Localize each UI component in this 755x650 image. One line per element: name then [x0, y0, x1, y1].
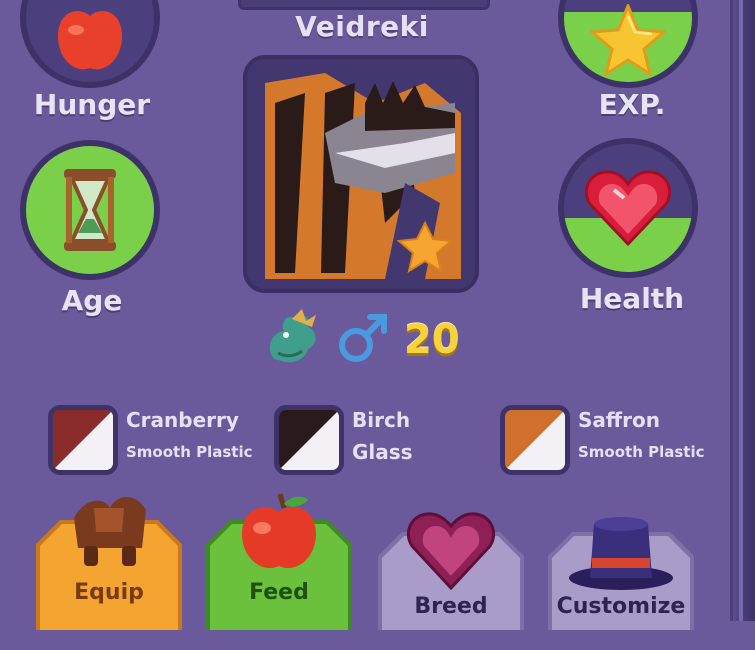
- dragon-portrait[interactable]: [243, 55, 479, 293]
- top-hat-icon: [569, 517, 673, 590]
- hourglass-icon: [26, 146, 154, 274]
- name-plate: [238, 0, 490, 10]
- breed-label: Breed: [414, 594, 488, 619]
- equip-button[interactable]: Equip: [36, 497, 182, 650]
- apple-icon: [26, 0, 154, 82]
- heart-gem-icon: [406, 512, 496, 590]
- feed-label: Feed: [249, 580, 309, 605]
- breed-button[interactable]: Breed: [378, 512, 524, 650]
- color-material: Glass: [352, 440, 413, 464]
- color-swatch-cranberry[interactable]: [48, 405, 118, 475]
- panel-scrollbar[interactable]: [730, 0, 755, 621]
- color-material: Smooth Plastic: [126, 443, 253, 461]
- dragon-name: Veidreki: [295, 10, 429, 43]
- feed-button[interactable]: Feed: [206, 493, 352, 650]
- customize-button[interactable]: Customize: [548, 517, 694, 650]
- exp-label: EXP.: [598, 88, 666, 121]
- dragon-info-row: 20: [262, 309, 460, 371]
- saddle-icon: [74, 497, 146, 566]
- star-icon: [564, 0, 692, 82]
- hunger-meter[interactable]: [20, 0, 160, 88]
- color-swatch-saffron[interactable]: [500, 405, 570, 475]
- dragon-level: 20: [404, 317, 460, 363]
- color-slot-2[interactable]: Birch Glass: [274, 405, 413, 475]
- color-slot-1[interactable]: Cranberry Smooth Plastic: [48, 405, 253, 475]
- color-name: Birch: [352, 408, 411, 432]
- equip-label: Equip: [74, 580, 144, 605]
- customize-label: Customize: [556, 594, 686, 619]
- apple-icon: [242, 493, 316, 569]
- dragon-image: [265, 73, 461, 279]
- exp-meter[interactable]: [558, 0, 698, 88]
- health-meter[interactable]: [558, 138, 698, 278]
- heart-icon: [564, 144, 692, 272]
- color-name: Cranberry: [126, 408, 239, 432]
- hunger-label: Hunger: [33, 88, 151, 121]
- color-slot-3[interactable]: Saffron Smooth Plastic: [500, 405, 705, 475]
- color-swatch-birch[interactable]: [274, 405, 344, 475]
- age-meter[interactable]: [20, 140, 160, 280]
- health-label: Health: [579, 282, 685, 315]
- male-icon: [336, 311, 390, 369]
- dragon-species-icon: [262, 309, 322, 371]
- age-label: Age: [61, 284, 123, 317]
- color-name: Saffron: [578, 408, 660, 432]
- color-material: Smooth Plastic: [578, 443, 705, 461]
